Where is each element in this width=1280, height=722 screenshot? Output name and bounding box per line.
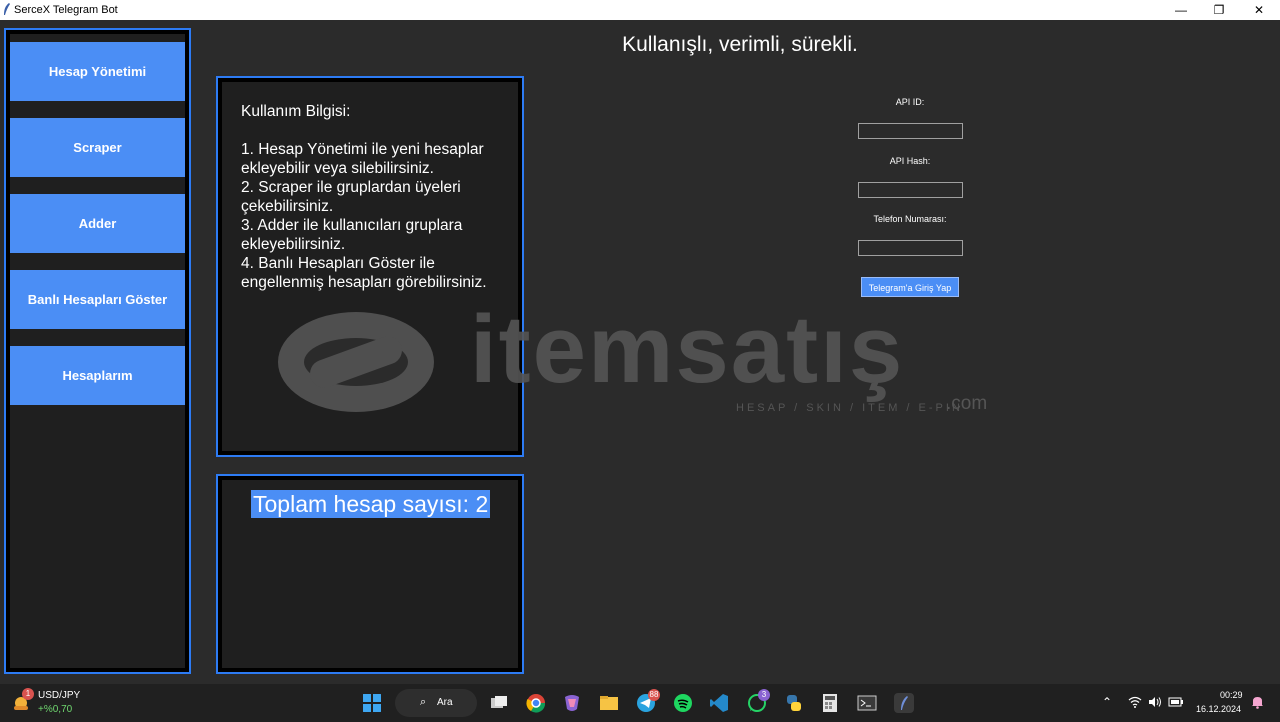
watermark-brand: itemsatış [470, 296, 905, 403]
wifi-icon[interactable] [1128, 696, 1142, 708]
sidebar-item-account-management[interactable]: Hesap Yönetimi [10, 42, 185, 101]
ticker-name[interactable]: USD/JPY [38, 690, 80, 701]
terminal-icon[interactable] [857, 693, 877, 713]
window-title: SerceX Telegram Bot [14, 4, 118, 16]
feather-app-icon [4, 3, 10, 15]
whatsapp-badge: 3 [758, 689, 770, 701]
watermark-suffix: .com [946, 393, 988, 414]
clock-date[interactable]: 16.12.2024 [1196, 704, 1241, 714]
taskbar: 1 USD/JPY +%0,70 ⌕ Ara 88 3 ⌃ 00:29 16.1… [0, 684, 1280, 722]
usage-info-line: 3. Adder ile kullanıcıları gruplara ekle… [241, 217, 463, 253]
chevron-up-icon[interactable]: ⌃ [1102, 695, 1112, 709]
telegram-login-button[interactable]: Telegram'a Giriş Yap [861, 277, 959, 297]
api-id-label: API ID: [895, 97, 925, 107]
watermark-logo [278, 312, 434, 412]
python-icon[interactable] [784, 693, 804, 713]
chrome-icon[interactable] [526, 693, 546, 713]
close-button[interactable]: ✕ [1236, 0, 1280, 20]
taskbar-search[interactable]: ⌕ Ara [395, 689, 477, 717]
telegram-badge: 88 [648, 689, 660, 701]
phone-label: Telefon Numarası: [873, 214, 947, 224]
usage-info-title: Kullanım Bilgisi: [241, 103, 351, 120]
file-explorer-icon[interactable] [599, 693, 619, 713]
usage-info-line: 2. Scraper ile gruplardan üyeleri çekebi… [241, 179, 461, 215]
speaker-icon[interactable] [1148, 696, 1162, 708]
api-hash-label: API Hash: [889, 156, 931, 166]
ticker-change: +%0,70 [38, 704, 73, 715]
sidebar-item-banned-accounts[interactable]: Banlı Hesapları Göster [10, 270, 185, 329]
search-label: Ara [437, 697, 453, 708]
feather-app-taskbar-icon[interactable] [894, 693, 914, 713]
widget-badge: 1 [22, 688, 34, 700]
usage-info-text: Kullanım Bilgisi: 1. Hesap Yönetimi ile … [241, 102, 516, 292]
vscode-icon[interactable] [709, 693, 729, 713]
api-id-input[interactable] [858, 123, 963, 139]
page-headline: Kullanışlı, verimli, sürekli. [622, 33, 858, 56]
search-icon: ⌕ [420, 696, 427, 708]
title-bar: SerceX Telegram Bot — ❐ ✕ [0, 0, 1280, 20]
task-view-icon[interactable] [489, 693, 509, 713]
account-count-label: Toplam hesap sayısı: 2 [251, 490, 491, 518]
phone-input[interactable] [858, 240, 963, 256]
api-hash-input[interactable] [858, 182, 963, 198]
sidebar-item-my-accounts[interactable]: Hesaplarım [10, 346, 185, 405]
clock-time[interactable]: 00:29 [1220, 690, 1243, 700]
calculator-icon[interactable] [820, 693, 840, 713]
battery-icon[interactable] [1168, 696, 1184, 708]
start-menu-icon[interactable] [362, 693, 382, 713]
watermark-tagline: HESAP / SKIN / ITEM / E-PIN [736, 402, 963, 414]
usage-info-line: 4. Banlı Hesapları Göster ile engellenmi… [241, 255, 487, 291]
sidebar-item-adder[interactable]: Adder [10, 194, 185, 253]
spotify-icon[interactable] [673, 693, 693, 713]
copilot-icon[interactable] [562, 693, 582, 713]
sidebar-item-scraper[interactable]: Scraper [10, 118, 185, 177]
notification-bell-icon[interactable] [1251, 695, 1264, 709]
usage-info-line: 1. Hesap Yönetimi ile yeni hesaplar ekle… [241, 141, 484, 177]
